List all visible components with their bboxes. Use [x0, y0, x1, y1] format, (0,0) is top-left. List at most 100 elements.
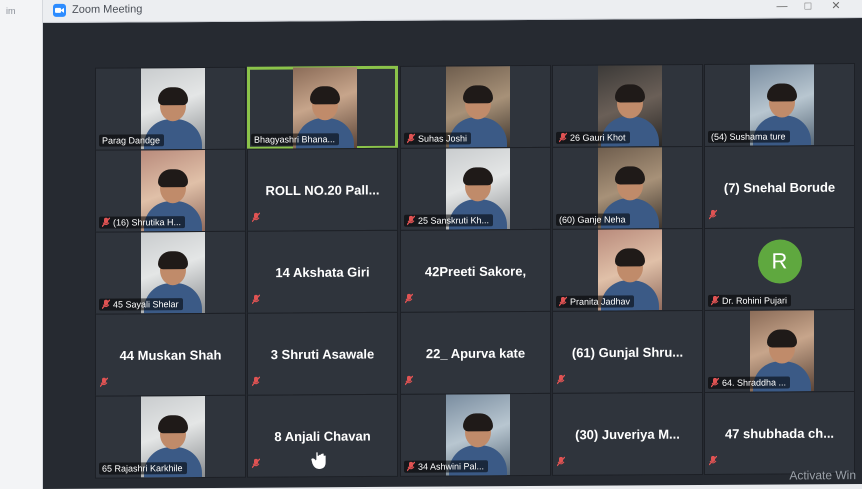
- participant-tile[interactable]: (16) Shrutika H...: [95, 148, 246, 233]
- muted-indicator: [405, 373, 413, 391]
- muted-mic-icon: [709, 455, 717, 466]
- close-icon[interactable]: ✕: [828, 0, 844, 14]
- participant-name: 25 Sanskruti Kh...: [418, 215, 490, 226]
- muted-mic-icon: [709, 209, 717, 220]
- zoom-meeting-window: Zoom Meeting — □ ✕ Parag Dandge Bhagyashr…: [43, 0, 862, 489]
- participant-nameplate: (16) Shrutika H...: [99, 216, 186, 229]
- activate-windows-watermark: Activate Win: [789, 468, 856, 483]
- muted-mic-icon: [252, 458, 260, 469]
- muted-indicator: [557, 372, 565, 390]
- participant-name: (16) Shrutika H...: [113, 217, 182, 228]
- participant-avatar: R: [757, 238, 802, 284]
- muted-indicator: [252, 456, 260, 474]
- muted-mic-icon: [102, 217, 110, 228]
- participant-name: Suhas Joshi: [418, 133, 468, 144]
- participant-nameplate: 25 Sanskruti Kh...: [404, 214, 494, 227]
- participant-name: Bhagyashri Bhana...: [254, 134, 336, 145]
- muted-indicator: [709, 207, 717, 225]
- muted-mic-icon: [405, 293, 413, 304]
- participant-nameplate: (54) Sushama ture: [708, 130, 790, 143]
- participant-name: 47 shubhada ch...: [724, 425, 835, 441]
- participant-nameplate: 34 Ashwini Pal...: [404, 460, 489, 473]
- muted-indicator: [252, 292, 260, 310]
- muted-mic-icon: [407, 133, 415, 144]
- participant-tile[interactable]: 42Preeti Sakore,: [400, 228, 551, 313]
- muted-indicator: [252, 374, 260, 392]
- muted-mic-icon: [252, 212, 260, 223]
- participant-name: (60) Ganje Neha: [559, 214, 626, 225]
- muted-mic-icon: [557, 374, 565, 385]
- participant-tile[interactable]: R Dr. Rohini Pujari: [704, 227, 855, 311]
- participant-tile[interactable]: 3 Shruti Asawale: [247, 311, 398, 396]
- minimize-icon[interactable]: —: [774, 0, 790, 15]
- muted-indicator: [100, 375, 108, 393]
- participant-tile[interactable]: 22_ Apurva kate: [400, 310, 551, 395]
- maximize-icon[interactable]: □: [800, 0, 816, 14]
- muted-mic-icon: [557, 456, 565, 467]
- participant-name: 64. Shraddha ...: [722, 377, 787, 388]
- participant-tile[interactable]: (60) Ganje Neha: [552, 145, 703, 230]
- participant-nameplate: Parag Dandge: [99, 134, 165, 147]
- participant-nameplate: Bhagyashri Bhana...: [251, 133, 340, 146]
- participant-tile[interactable]: 25 Sanskruti Kh...: [400, 146, 551, 231]
- participant-name: 65 Rajashri Karkhile: [102, 463, 183, 474]
- participant-nameplate: 26 Gauri Khot: [556, 131, 630, 144]
- zoom-camera-icon: [53, 3, 66, 17]
- participant-name: 22_ Apurva kate: [425, 345, 526, 361]
- participant-tile[interactable]: 65 Rajashri Karkhile: [95, 394, 246, 479]
- muted-indicator: [405, 291, 413, 309]
- muted-mic-icon: [252, 376, 260, 387]
- participant-tile[interactable]: 64. Shraddha ...: [704, 309, 855, 393]
- muted-mic-icon: [711, 377, 719, 388]
- muted-mic-icon: [252, 294, 260, 305]
- muted-mic-icon: [559, 132, 567, 143]
- muted-indicator: [252, 210, 260, 228]
- participant-tile[interactable]: 34 Ashwini Pal...: [400, 392, 551, 477]
- participant-nameplate: Dr. Rohini Pujari: [708, 294, 792, 307]
- muted-mic-icon: [100, 377, 108, 388]
- participant-tile[interactable]: 14 Akshata Giri: [247, 229, 398, 314]
- participant-tile[interactable]: 47 shubhada ch...: [704, 391, 855, 475]
- participant-name: Pranita Jadhav: [570, 296, 631, 307]
- background-window-label: im: [6, 6, 16, 16]
- participant-tile[interactable]: 45 Sayali Shelar: [95, 230, 246, 315]
- participant-tile[interactable]: 26 Gauri Khot: [552, 63, 703, 148]
- participant-name: Parag Dandge: [102, 135, 161, 146]
- hand-cursor-icon: [311, 450, 329, 470]
- muted-mic-icon: [405, 375, 413, 386]
- participant-name: (7) Snehal Borude: [723, 179, 836, 195]
- background-window-strip: im: [0, 0, 43, 489]
- participant-tile[interactable]: (54) Sushama ture: [704, 63, 855, 147]
- muted-mic-icon: [559, 296, 567, 307]
- participant-name: (30) Juveriya M...: [575, 426, 680, 442]
- muted-mic-icon: [407, 461, 415, 472]
- participant-nameplate: 45 Sayali Shelar: [99, 298, 183, 311]
- participant-tile[interactable]: (61) Gunjal Shru...: [552, 309, 703, 394]
- participant-name: ROLL NO.20 Pall...: [265, 181, 380, 198]
- participant-tile[interactable]: ROLL NO.20 Pall...: [247, 147, 398, 232]
- participant-name: (61) Gunjal Shru...: [571, 344, 684, 360]
- participant-name: 3 Shruti Asawale: [270, 345, 375, 362]
- participant-name: (54) Sushama ture: [711, 131, 786, 142]
- participant-tile[interactable]: (7) Snehal Borude: [704, 145, 855, 229]
- muted-mic-icon: [102, 299, 110, 310]
- participant-tile[interactable]: Pranita Jadhav: [552, 227, 703, 312]
- participant-tile[interactable]: Parag Dandge: [95, 66, 246, 151]
- participant-name: 8 Anjali Chavan: [274, 427, 371, 444]
- participant-tile[interactable]: 44 Muskan Shah: [95, 312, 246, 397]
- participant-nameplate: Suhas Joshi: [404, 132, 472, 145]
- title-bar: Zoom Meeting — □ ✕: [43, 0, 862, 23]
- participant-name: 44 Muskan Shah: [119, 346, 222, 363]
- participant-name: 34 Ashwini Pal...: [418, 461, 485, 472]
- muted-indicator: [557, 454, 565, 472]
- muted-mic-icon: [711, 295, 719, 306]
- participant-tile[interactable]: (30) Juveriya M...: [552, 391, 703, 476]
- gallery-view: Parag Dandge Bhagyashri Bhana... Suhas Jos…: [95, 63, 855, 488]
- participant-tile[interactable]: Suhas Joshi: [400, 64, 551, 149]
- muted-indicator: [709, 453, 717, 471]
- participant-tile[interactable]: Bhagyashri Bhana...: [247, 65, 398, 150]
- participant-nameplate: 65 Rajashri Karkhile: [99, 462, 187, 475]
- participant-name: 14 Akshata Giri: [275, 264, 370, 280]
- participant-nameplate: 64. Shraddha ...: [708, 376, 791, 389]
- participant-nameplate: (60) Ganje Neha: [556, 213, 630, 226]
